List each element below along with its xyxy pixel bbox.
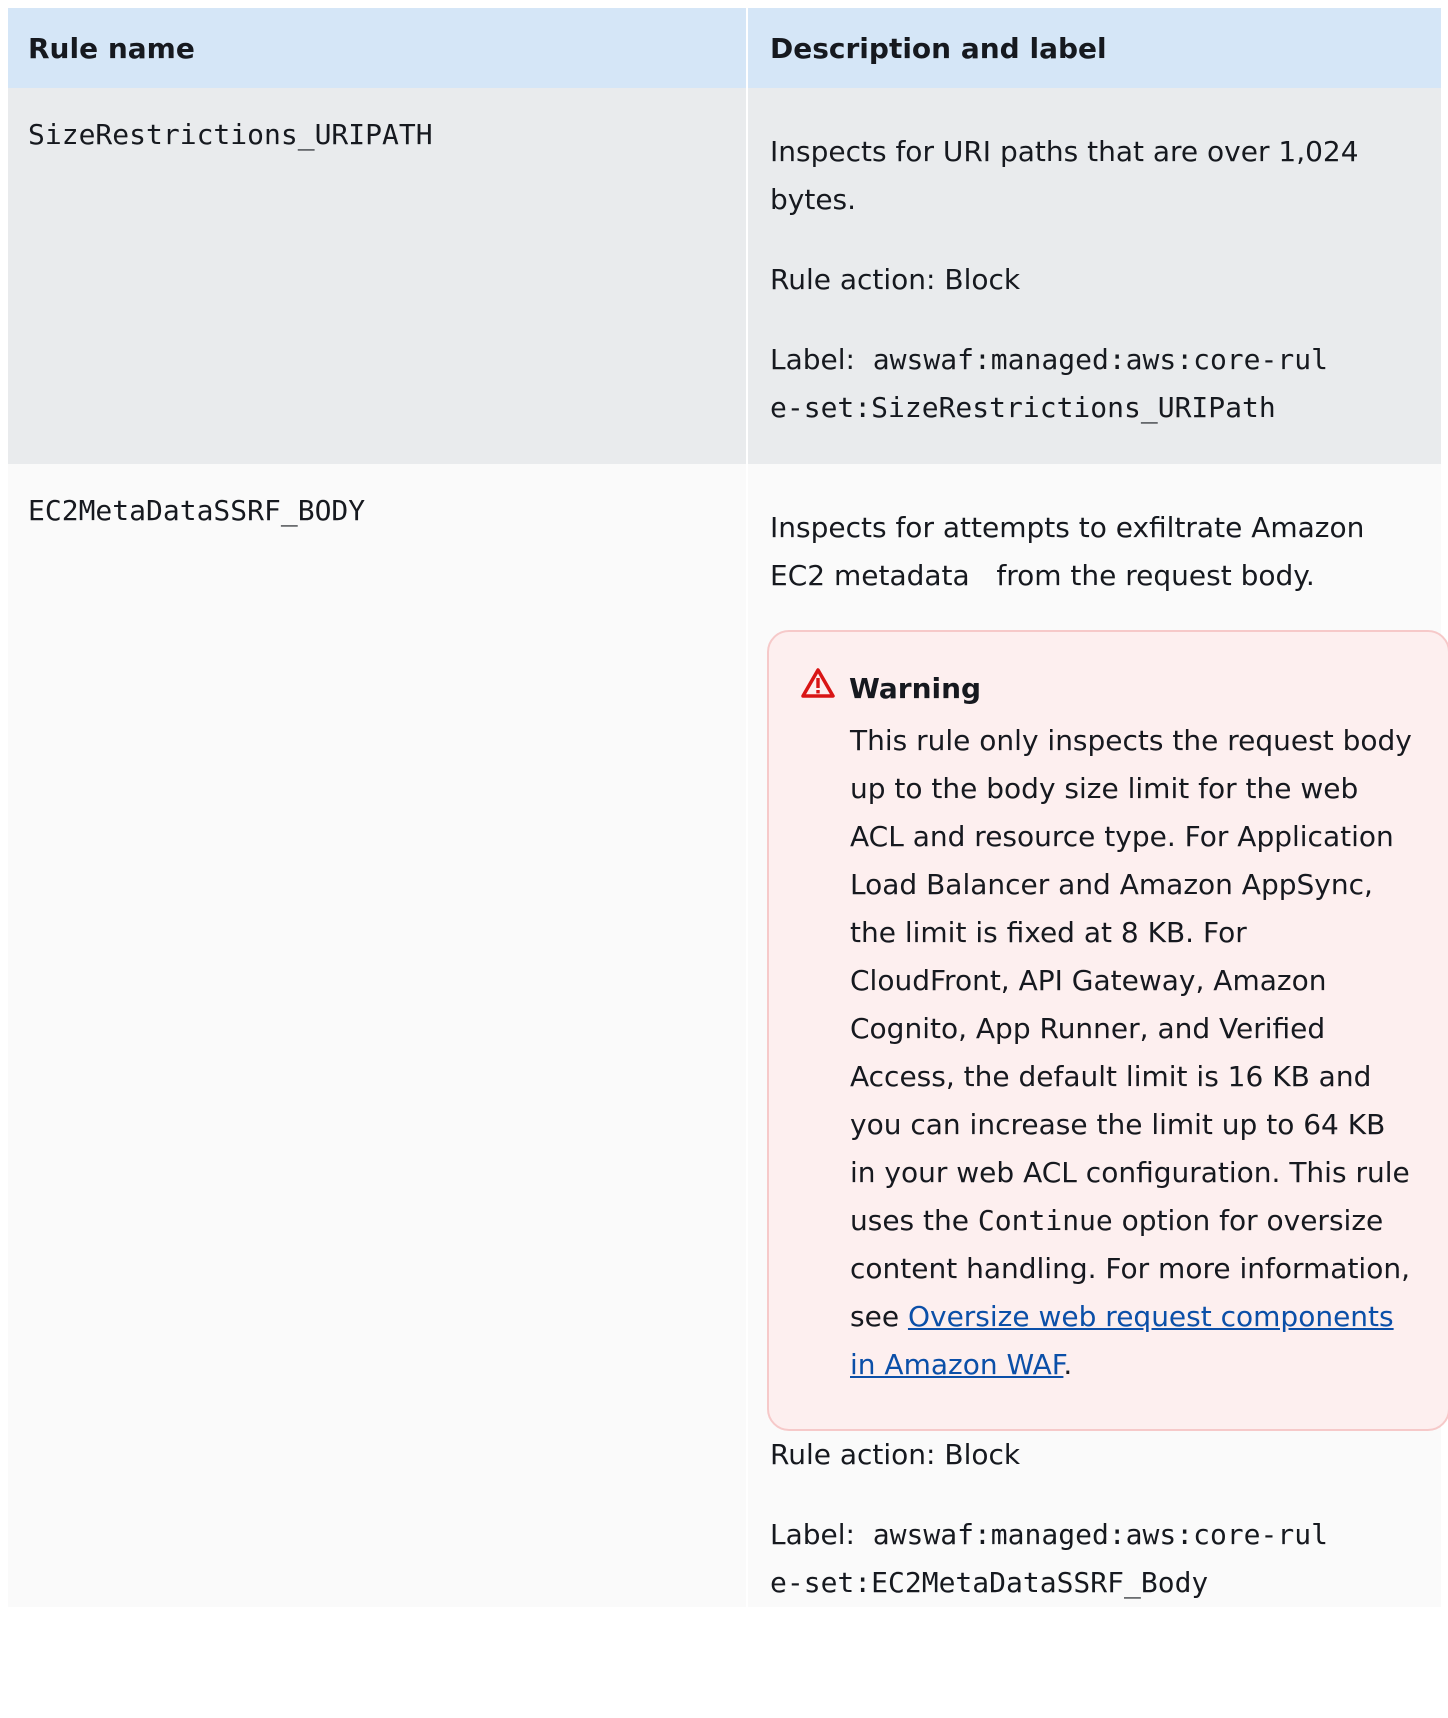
rule-label: Label: awswaf:managed:aws:core-rul e-set… — [770, 336, 1411, 432]
table-row: SizeRestrictions_URIPATH Inspects for UR… — [8, 88, 1441, 464]
label-value-line1: awswaf:managed:aws:core-rul — [872, 343, 1328, 376]
rule-name-cell: SizeRestrictions_URIPATH — [8, 88, 748, 464]
rules-table: Rule name Description and label SizeRest… — [8, 8, 1448, 1607]
description-cell: Inspects for URI paths that are over 1,0… — [747, 88, 1441, 464]
rule-description: Inspects for URI paths that are over 1,0… — [770, 135, 1359, 216]
table-row: EC2MetaDataSSRF_BODY Inspects for attemp… — [8, 464, 1448, 1607]
rule-name-cell: EC2MetaDataSSRF_BODY — [8, 464, 748, 1607]
code-continue: Continue — [977, 1204, 1113, 1237]
column-header-rule-name: Rule name — [8, 8, 748, 88]
warning-body: This rule only inspects the request body… — [850, 724, 1412, 1381]
label-value-line2: e-set:SizeRestrictions_URIPath — [770, 391, 1276, 424]
rule-description: Inspects for attempts to exfiltrate Amaz… — [770, 511, 1374, 592]
table-header-row: Rule name Description and label — [8, 8, 1441, 88]
warning-header: Warning — [801, 668, 1414, 709]
rule-action: Rule action: Block — [770, 1438, 1021, 1471]
rule-action: Rule action: Block — [770, 263, 1021, 296]
label-value-line1: awswaf:managed:aws:core-rul — [872, 1518, 1328, 1551]
warning-triangle-icon — [801, 668, 849, 709]
label-prefix: Label: — [770, 343, 855, 376]
rule-label: Label: awswaf:managed:aws:core-rul e-set… — [770, 1511, 1411, 1607]
oversize-web-request-link[interactable]: Oversize web request components in Amazo… — [850, 1300, 1394, 1381]
warning-title: Warning — [849, 671, 982, 705]
warning-alert: Warning This rule only inspects the requ… — [767, 630, 1448, 1431]
label-prefix: Label: — [770, 1518, 855, 1551]
column-header-description: Description and label — [747, 8, 1441, 88]
label-value-line2: e-set:EC2MetaDataSSRF_Body — [770, 1566, 1209, 1599]
description-cell: Inspects for attempts to exfiltrate Amaz… — [747, 464, 1448, 1607]
